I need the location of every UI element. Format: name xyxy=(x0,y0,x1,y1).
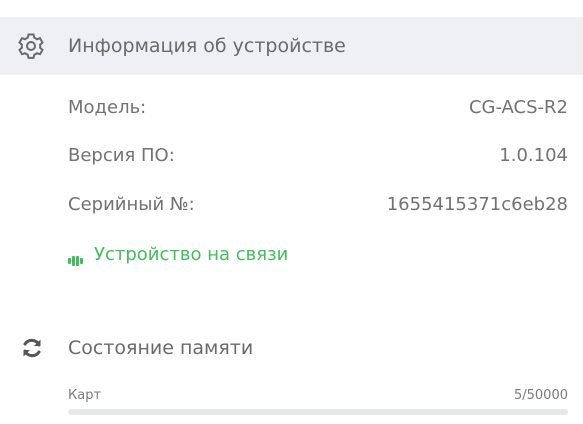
model-row: Модель: CG-ACS-R2 xyxy=(68,93,568,123)
firmware-label: Версия ПО: xyxy=(68,145,175,166)
cards-label: Карт xyxy=(68,388,102,403)
cards-row: Карт 5/50000 xyxy=(68,385,568,407)
signal-icon xyxy=(68,248,86,266)
firmware-row: Версия ПО: 1.0.104 xyxy=(68,141,568,171)
connection-status: Устройство на связи xyxy=(68,240,288,270)
cards-progress-bar xyxy=(68,409,568,415)
device-info-title: Информация об устройстве xyxy=(68,35,346,57)
device-panel: Информация об устройстве Модель: CG-ACS-… xyxy=(0,0,583,424)
refresh-icon[interactable] xyxy=(20,336,44,360)
serial-row: Серийный №: 1655415371c6eb28 xyxy=(68,190,568,220)
firmware-value: 1.0.104 xyxy=(499,145,568,166)
serial-label: Серийный №: xyxy=(68,194,195,215)
device-info-header[interactable]: Информация об устройстве xyxy=(0,17,583,75)
memory-header[interactable]: Состояние памяти xyxy=(0,332,583,364)
memory-title: Состояние памяти xyxy=(68,337,254,359)
gear-icon xyxy=(16,31,46,61)
serial-value: 1655415371c6eb28 xyxy=(386,194,568,215)
connection-status-text: Устройство на связи xyxy=(94,244,289,265)
cards-value: 5/50000 xyxy=(513,388,568,403)
model-label: Модель: xyxy=(68,97,147,118)
model-value: CG-ACS-R2 xyxy=(468,97,568,118)
